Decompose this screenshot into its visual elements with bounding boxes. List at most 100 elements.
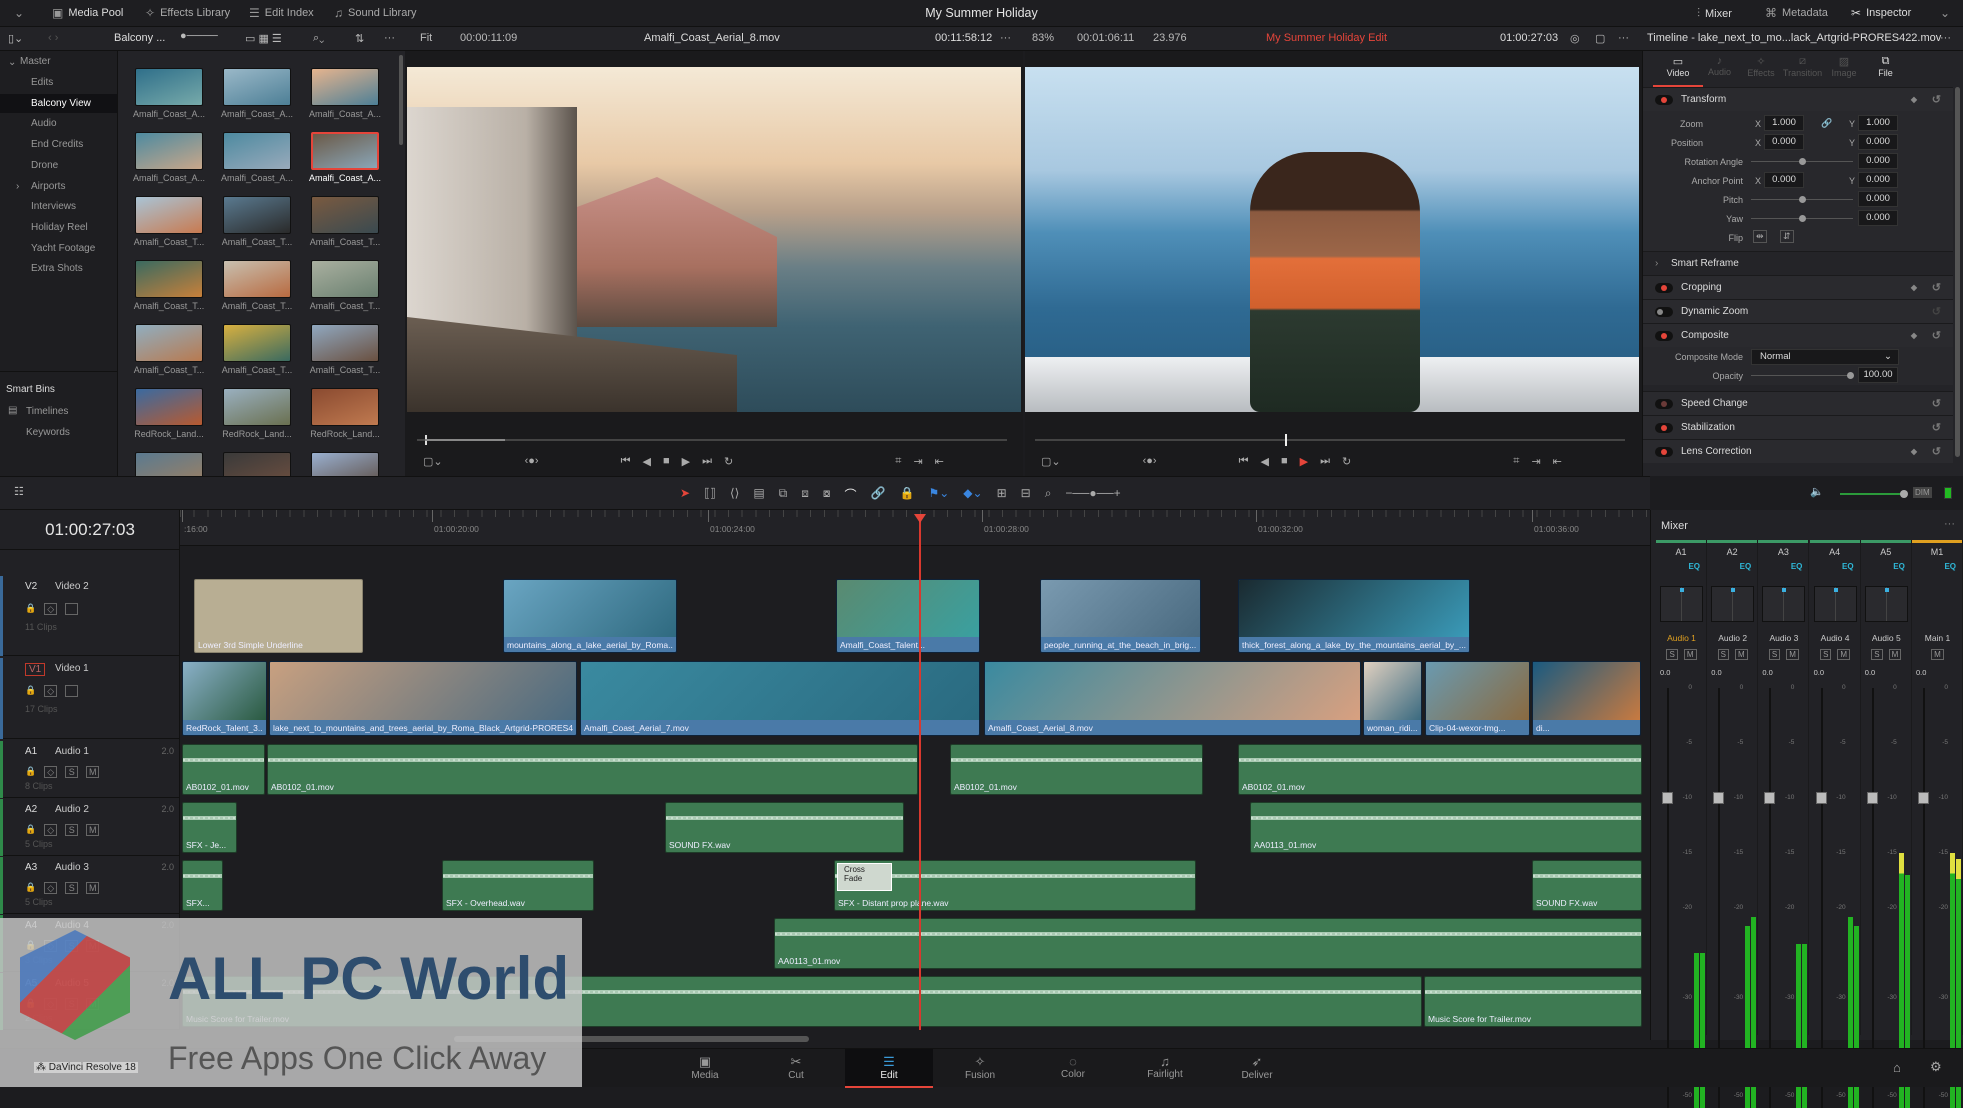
track-code[interactable]: A1 [25,746,37,757]
media-pool-clip-label[interactable]: Amalfi_Coast_A... [212,173,302,183]
opacity-slider[interactable] [1751,375,1853,376]
pan-control[interactable] [1865,586,1908,622]
smart-bin-timelines[interactable]: Timelines [26,406,68,417]
view-mode-icons[interactable]: ▭ ▦ ☰ [245,32,282,45]
pan-control[interactable] [1660,586,1703,622]
jog-icon[interactable]: ‹●› [1143,455,1157,468]
solo-button[interactable]: S [1820,649,1831,660]
blade-tool-icon[interactable]: ▤ [753,486,764,503]
loop-icon[interactable]: ↻ [724,455,733,468]
bin-item[interactable]: End Credits [31,139,83,150]
overwrite-clip-icon[interactable]: ⧈ [801,486,809,503]
match-frame-icon[interactable]: ⌗ [1513,455,1519,468]
smart-bin-keywords[interactable]: Keywords [26,427,70,438]
bin-item[interactable]: Extra Shots [31,263,83,274]
video-clip[interactable]: RedRock_Talent_3.... [182,661,267,736]
opacity-field[interactable]: 100.00 [1858,367,1898,383]
zoom-full-icon[interactable]: ⊞ [997,486,1007,503]
mute-button[interactable]: M [86,766,99,778]
loop-icon[interactable]: ↻ [1342,455,1351,468]
position-x-field[interactable]: 0.000 [1764,134,1804,150]
mark-out-icon[interactable]: ⇤ [935,455,944,468]
media-pool-clip-label[interactable]: Amalfi_Coast_T... [124,301,214,311]
media-pool-clip-label[interactable]: Amalfi_Coast_T... [300,365,390,375]
composite-mode-dropdown[interactable]: Normal⌄ [1751,349,1899,365]
mute-button[interactable]: M [1837,649,1850,660]
more-icon[interactable]: ··· [1944,518,1955,530]
bin-item[interactable]: Drone [31,160,58,171]
metadata-button[interactable]: ⌘Metadata [1765,6,1828,20]
media-pool-clip-thumbnail[interactable] [223,196,291,234]
bin-item[interactable]: Holiday Reel [31,222,88,233]
media-pool-clip-label[interactable]: Amalfi_Coast_A... [212,109,302,119]
go-to-end-icon[interactable]: ⏭ [1320,455,1330,468]
media-pool-clip-label[interactable]: Amalfi_Coast_A... [124,109,214,119]
smart-reframe-section[interactable]: ›Smart Reframe [1643,251,1953,275]
jog-icon[interactable]: ‹●› [525,455,539,468]
media-pool-clip-thumbnail[interactable] [311,68,379,106]
trim-tool-icon[interactable]: ⟦⟧ [704,486,716,503]
track-code[interactable]: V1 [25,663,45,676]
zoom-detail-icon[interactable]: ⊟ [1021,486,1031,503]
page-fairlight[interactable]: ♫Fairlight [1121,1049,1209,1088]
audio-clip[interactable]: AA0113_01.mov [774,918,1642,969]
eq-button[interactable]: EQ [1656,562,1706,571]
track-code[interactable]: A3 [25,862,37,873]
bin-item[interactable]: Audio [31,118,57,129]
media-pool-clip-label[interactable]: Amalfi_Coast_T... [212,237,302,247]
color-wheel-icon[interactable]: ◎ [1570,32,1580,45]
bin-item[interactable]: Interviews [31,201,76,212]
audio-clip[interactable]: AB0102_01.mov [1238,744,1642,795]
insert-clip-icon[interactable]: ⧉ [779,486,788,503]
track-code[interactable]: V2 [25,581,37,592]
video-clip[interactable]: lake_next_to_mountains_and_trees_aerial_… [269,661,577,736]
speed-change-section[interactable]: Speed Change↺ [1643,391,1953,415]
auto-select-icon[interactable]: ◇ [44,766,57,778]
mute-button[interactable]: M [1786,649,1799,660]
media-pool-clip-label[interactable]: Amalfi_Coast_A... [124,173,214,183]
audio-clip[interactable]: SFX - Je... [182,802,237,853]
media-pool-clip-label[interactable]: Amalfi_Coast_A... [300,173,390,183]
audio-clip[interactable]: SFX - Overhead.wav [442,860,594,911]
audio-clip[interactable]: SFX - Distant prop plane.wavCross Fade [834,860,1196,911]
search-icon[interactable]: ⌕⌄ [313,32,324,45]
solo-button[interactable]: S [65,882,78,894]
solo-button[interactable]: S [65,766,78,778]
audio-clip[interactable]: Music Score for Trailer.mov [1424,976,1642,1027]
play-icon[interactable]: ▶ [682,455,690,468]
home-icon[interactable]: ⌂ [1893,1060,1901,1075]
go-to-start-icon[interactable]: ⏮ [621,455,631,468]
view-options-icon[interactable]: ▢⌄ [423,455,443,468]
lock-icon[interactable]: 🔒 [25,766,36,778]
media-pool-clip-thumbnail[interactable] [135,260,203,298]
video-clip[interactable]: mountains_along_a_lake_aerial_by_Roma... [503,579,677,653]
scrollbar[interactable] [399,55,403,145]
anchor-y-field[interactable]: 0.000 [1858,172,1898,188]
stabilization-section[interactable]: Stabilization↺ [1643,415,1953,439]
media-pool-clip-thumbnail[interactable] [311,324,379,362]
solo-button[interactable]: S [1666,649,1677,660]
media-pool-clip-thumbnail[interactable] [135,324,203,362]
video-clip[interactable]: Clip-04-wexor-tmg... [1425,661,1530,736]
playhead[interactable] [919,514,921,1040]
lock-icon[interactable]: 🔒 [25,603,36,615]
more-icon[interactable]: ··· [384,32,395,44]
timeline-view-options-icon[interactable]: ☷ [14,485,24,498]
dynamic-zoom-section[interactable]: Dynamic Zoom↺ [1643,299,1953,323]
meter-toggle-icon[interactable] [1944,487,1952,499]
media-pool-clip-thumbnail[interactable] [135,132,203,170]
replace-clip-icon[interactable]: ⧇ [823,486,831,503]
scrollbar[interactable] [1955,87,1960,457]
lock-icon[interactable]: 🔒 [25,685,36,697]
link-icon[interactable]: 🔗 [1821,118,1832,129]
media-pool-clip-label[interactable]: Amalfi_Coast_A... [300,109,390,119]
zoom-x-field[interactable]: 1.000 [1764,115,1804,131]
auto-select-icon[interactable]: ◇ [44,824,57,836]
audio-clip[interactable]: AB0102_01.mov [950,744,1203,795]
view-options-icon[interactable]: ▢⌄ [1041,455,1061,468]
sidebar-toggle-icon[interactable]: ▯⌄ [8,32,23,45]
dim-button[interactable]: DIM [1913,487,1932,498]
solo-button[interactable]: S [65,824,78,836]
audio-clip[interactable]: AB0102_01.mov [267,744,918,795]
media-pool-clip-label[interactable]: Amalfi_Coast_T... [124,365,214,375]
